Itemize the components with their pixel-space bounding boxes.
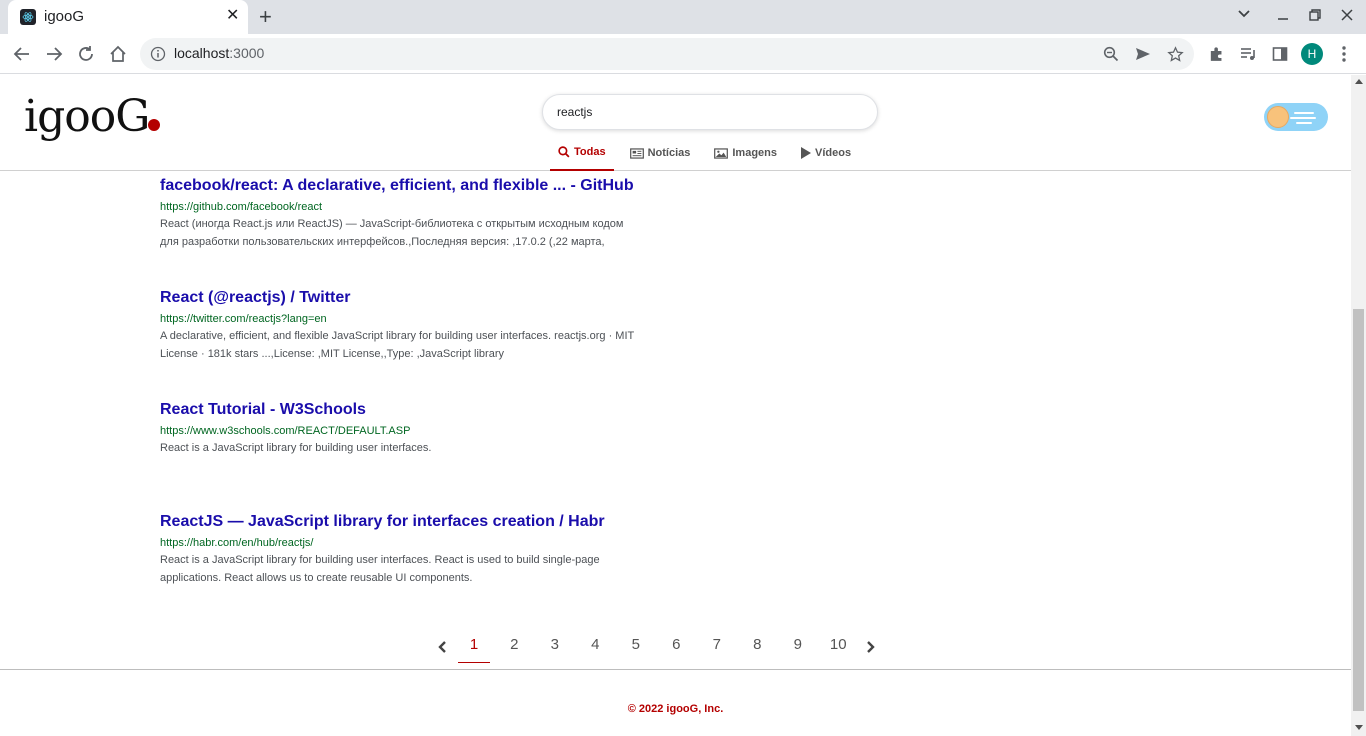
result-url[interactable]: https://twitter.com/reactjs?lang=en bbox=[160, 313, 640, 325]
side-panel-icon[interactable] bbox=[1270, 44, 1290, 64]
result-item: React (@reactjs) / Twitter https://twitt… bbox=[160, 289, 640, 363]
page-link-8[interactable]: 8 bbox=[737, 631, 778, 663]
url-host: localhost bbox=[174, 45, 230, 61]
tab-label: Todas bbox=[574, 146, 606, 158]
result-item: ReactJS — JavaScript library for interfa… bbox=[160, 513, 640, 587]
result-title-link[interactable]: React Tutorial - W3Schools bbox=[160, 401, 640, 419]
new-tab-button[interactable]: + bbox=[259, 5, 272, 29]
page-link-4[interactable]: 4 bbox=[575, 631, 616, 663]
media-queue-icon[interactable] bbox=[1238, 44, 1258, 64]
play-icon bbox=[801, 147, 812, 159]
browser-menu-kebab-icon[interactable] bbox=[1334, 44, 1354, 64]
zoom-icon[interactable] bbox=[1102, 45, 1120, 63]
tab-imagens[interactable]: Imagens bbox=[706, 135, 785, 171]
site-info-icon[interactable] bbox=[150, 46, 166, 62]
tab-close-icon[interactable]: ✕ bbox=[226, 7, 239, 25]
page-link-7[interactable]: 7 bbox=[697, 631, 738, 663]
search-icon bbox=[558, 146, 570, 158]
newspaper-icon bbox=[629, 147, 644, 159]
page-link-6[interactable]: 6 bbox=[656, 631, 697, 663]
result-url[interactable]: https://habr.com/en/hub/reactjs/ bbox=[160, 537, 640, 549]
extensions-puzzle-icon[interactable] bbox=[1206, 44, 1226, 64]
result-item: React Tutorial - W3Schools https://www.w… bbox=[160, 401, 640, 457]
toggle-streak bbox=[1294, 112, 1314, 114]
tab-label: Vídeos bbox=[815, 147, 852, 159]
close-window-button[interactable] bbox=[1340, 8, 1354, 26]
result-description: React is a JavaScript library for buildi… bbox=[160, 554, 600, 584]
site-header: igooG Todas Notícias Imagens Vídeos bbox=[0, 75, 1351, 171]
page-content: igooG Todas Notícias Imagens Vídeos bbox=[0, 75, 1351, 736]
search-category-tabs: Todas Notícias Imagens Vídeos bbox=[550, 135, 867, 171]
back-arrow-icon[interactable] bbox=[11, 43, 33, 65]
result-url[interactable]: https://github.com/facebook/react bbox=[160, 201, 640, 213]
toggle-streak bbox=[1296, 122, 1312, 124]
theme-toggle[interactable] bbox=[1264, 103, 1328, 131]
pagination: 1 2 3 4 5 6 7 8 9 10 bbox=[430, 631, 883, 663]
page-link-1[interactable]: 1 bbox=[458, 631, 490, 663]
url-port: :3000 bbox=[229, 45, 265, 61]
result-title-link[interactable]: ReactJS — JavaScript library for interfa… bbox=[160, 513, 640, 531]
page-link-2[interactable]: 2 bbox=[494, 631, 535, 663]
next-page-chevron-icon[interactable] bbox=[859, 631, 883, 663]
page-link-5[interactable]: 5 bbox=[616, 631, 657, 663]
tab-noticias[interactable]: Notícias bbox=[622, 135, 699, 171]
logo-dot bbox=[148, 119, 160, 131]
scroll-down-arrow-icon[interactable] bbox=[1355, 725, 1363, 730]
bookmark-star-icon[interactable] bbox=[1166, 45, 1184, 63]
tab-todas[interactable]: Todas bbox=[550, 135, 614, 171]
send-icon[interactable] bbox=[1134, 45, 1152, 63]
result-description: React (иногда React.js или ReactJS) — Ja… bbox=[160, 218, 624, 248]
footer-copyright: © 2022 igooG, Inc. bbox=[627, 703, 724, 715]
profile-avatar[interactable]: H bbox=[1301, 43, 1323, 65]
tab-label: Notícias bbox=[647, 147, 691, 159]
browser-tab-strip: igooG ✕ + bbox=[0, 0, 1366, 34]
restore-button[interactable] bbox=[1308, 8, 1322, 26]
home-icon[interactable] bbox=[107, 43, 129, 65]
browser-tab[interactable]: igooG ✕ bbox=[8, 0, 248, 34]
browser-toolbar: localhost:3000 H bbox=[0, 34, 1366, 74]
result-title-link[interactable]: React (@reactjs) / Twitter bbox=[160, 289, 640, 307]
tab-label: Imagens bbox=[732, 147, 778, 159]
tab-videos[interactable]: Vídeos bbox=[793, 135, 859, 171]
page-link-3[interactable]: 3 bbox=[535, 631, 576, 663]
toggle-streak bbox=[1290, 117, 1316, 119]
tab-title: igooG bbox=[44, 8, 85, 25]
scrollbar-thumb[interactable] bbox=[1353, 309, 1364, 711]
tab-search-chevron-icon[interactable] bbox=[1237, 6, 1251, 24]
address-bar[interactable]: localhost:3000 bbox=[140, 38, 1194, 70]
result-description: React is a JavaScript library for buildi… bbox=[160, 442, 432, 454]
search-input[interactable] bbox=[542, 94, 878, 130]
page-link-10[interactable]: 10 bbox=[818, 631, 859, 663]
scroll-up-arrow-icon[interactable] bbox=[1355, 79, 1363, 84]
minimize-button[interactable] bbox=[1276, 4, 1290, 28]
footer-divider bbox=[0, 669, 1351, 670]
sun-icon bbox=[1267, 106, 1289, 128]
result-title-link[interactable]: facebook/react: A declarative, efficient… bbox=[160, 177, 640, 195]
reload-icon[interactable] bbox=[75, 43, 97, 65]
result-url[interactable]: https://www.w3schools.com/REACT/DEFAULT.… bbox=[160, 425, 640, 437]
page-link-9[interactable]: 9 bbox=[778, 631, 819, 663]
url-text: localhost:3000 bbox=[174, 45, 264, 61]
page-scrollbar[interactable] bbox=[1351, 75, 1366, 736]
image-icon bbox=[714, 147, 729, 159]
react-favicon-icon bbox=[20, 9, 36, 25]
result-description: A declarative, efficient, and flexible J… bbox=[160, 330, 635, 360]
forward-arrow-icon[interactable] bbox=[43, 43, 65, 65]
result-item: facebook/react: A declarative, efficient… bbox=[160, 177, 640, 251]
prev-page-chevron-icon[interactable] bbox=[430, 631, 454, 663]
site-logo[interactable]: igooG bbox=[24, 91, 150, 142]
